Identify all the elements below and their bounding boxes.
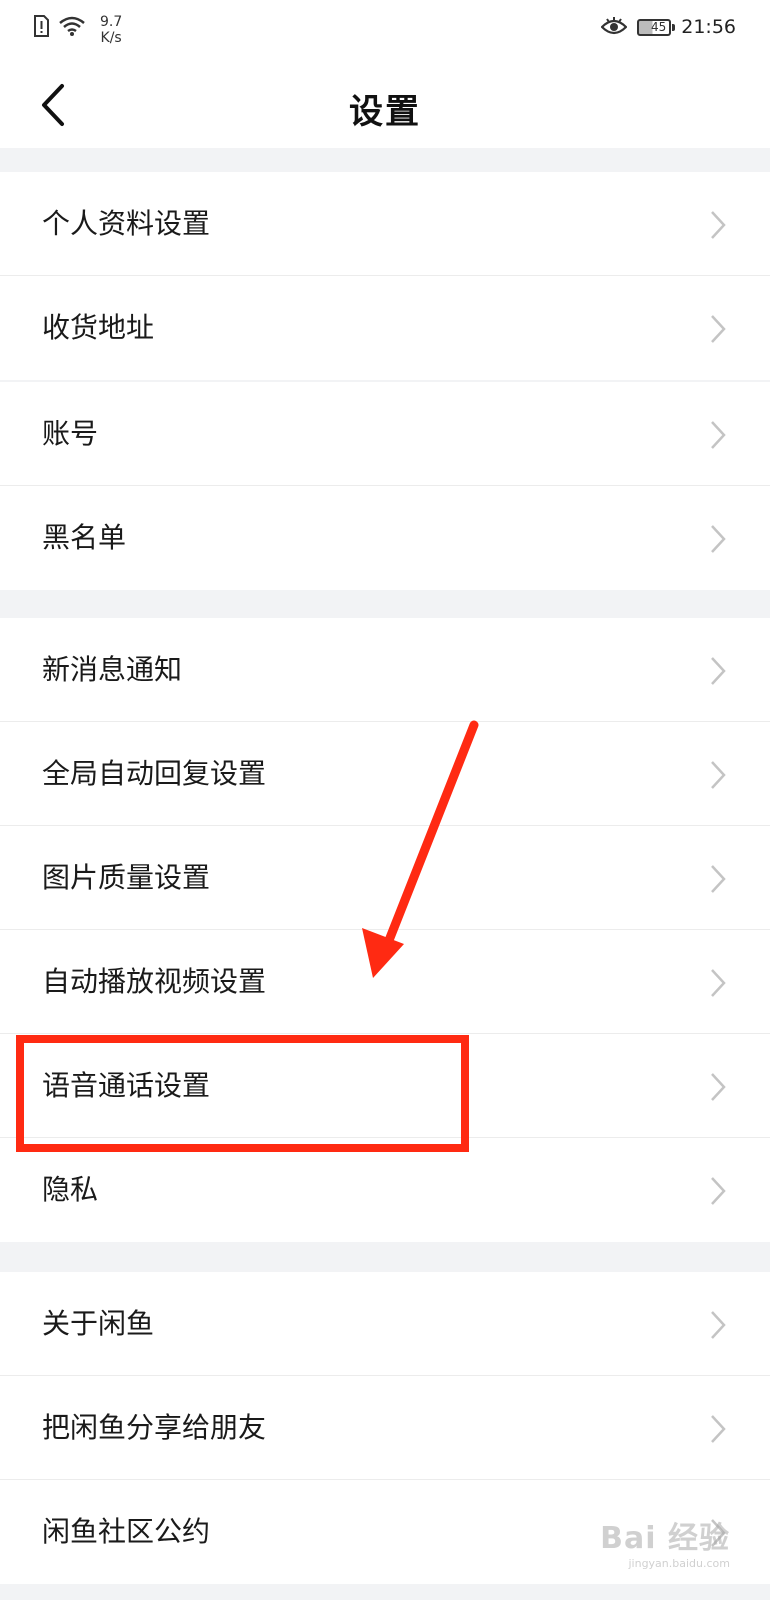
row-label: 自动播放视频设置 xyxy=(42,965,267,998)
sim-alert-icon xyxy=(34,15,49,37)
chevron-right-icon xyxy=(711,657,726,685)
row-label: 图片质量设置 xyxy=(42,861,211,894)
row-label: 个人资料设置 xyxy=(42,207,211,240)
row-label: 关于闲鱼 xyxy=(42,1307,155,1340)
chevron-right-icon xyxy=(711,969,726,997)
settings-row-about[interactable]: 关于闲鱼 xyxy=(0,1272,770,1376)
settings-row-address[interactable]: 收货地址 xyxy=(0,276,770,380)
chevron-right-icon xyxy=(711,315,726,343)
nav-bar: 设置 xyxy=(0,60,770,148)
settings-row-profile[interactable]: 个人资料设置 xyxy=(0,172,770,276)
chevron-right-icon xyxy=(711,525,726,553)
row-label: 新消息通知 xyxy=(42,653,183,686)
row-label: 黑名单 xyxy=(42,521,127,554)
status-left: 9.7 K/s xyxy=(32,14,122,46)
row-label: 账号 xyxy=(42,417,99,450)
watermark-text: Bai 经验 xyxy=(600,1521,730,1556)
settings-row-blacklist[interactable]: 黑名单 xyxy=(0,486,770,590)
watermark: Bai 经验 jingyan.baidu.com xyxy=(600,1513,730,1570)
clock: 21:56 xyxy=(681,16,736,38)
settings-row-share[interactable]: 把闲鱼分享给朋友 xyxy=(0,1376,770,1480)
settings-row-autoplay-video[interactable]: 自动播放视频设置 xyxy=(0,930,770,1034)
settings-row-auto-reply[interactable]: 全局自动回复设置 xyxy=(0,722,770,826)
status-bar: 9.7 K/s 45 21:56 xyxy=(0,0,770,60)
settings-row-voice-call[interactable]: 语音通话设置 xyxy=(0,1034,770,1138)
settings-row-privacy[interactable]: 隐私 xyxy=(0,1138,770,1242)
network-speed-unit: K/s xyxy=(100,30,122,46)
settings-row-image-quality[interactable]: 图片质量设置 xyxy=(0,826,770,930)
settings-row-notifications[interactable]: 新消息通知 xyxy=(0,618,770,722)
row-label: 闲鱼社区公约 xyxy=(42,1515,211,1548)
status-right: 45 21:56 xyxy=(601,16,736,38)
network-speed-value: 9.7 xyxy=(100,14,123,30)
row-label: 语音通话设置 xyxy=(42,1069,211,1102)
chevron-right-icon xyxy=(711,1177,726,1205)
chevron-right-icon xyxy=(711,421,726,449)
chevron-right-icon xyxy=(711,1311,726,1339)
settings-group-general: 新消息通知 全局自动回复设置 图片质量设置 自动播放视频设置 语音通话设置 隐私 xyxy=(0,618,770,1242)
settings-group-profile: 个人资料设置 收货地址 xyxy=(0,172,770,380)
settings-row-account[interactable]: 账号 xyxy=(0,382,770,486)
battery-icon: 45 xyxy=(637,18,676,36)
row-label: 收货地址 xyxy=(42,311,155,344)
chevron-right-icon xyxy=(711,1073,726,1101)
row-label: 把闲鱼分享给朋友 xyxy=(42,1411,267,1444)
chevron-right-icon xyxy=(711,1415,726,1443)
eye-icon xyxy=(601,17,628,35)
network-speed: 9.7 K/s xyxy=(100,14,122,46)
settings-group-account: 账号 黑名单 xyxy=(0,382,770,590)
wifi-icon xyxy=(59,16,85,36)
page-title: 设置 xyxy=(349,92,421,132)
row-label: 全局自动回复设置 xyxy=(42,757,267,790)
chevron-right-icon xyxy=(711,865,726,893)
row-label: 隐私 xyxy=(42,1173,99,1206)
chevron-right-icon xyxy=(711,761,726,789)
chevron-right-icon xyxy=(711,211,726,239)
watermark-sub: jingyan.baidu.com xyxy=(628,1557,730,1570)
